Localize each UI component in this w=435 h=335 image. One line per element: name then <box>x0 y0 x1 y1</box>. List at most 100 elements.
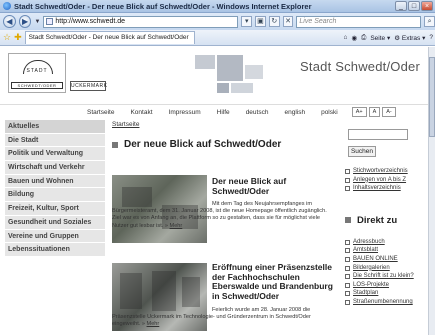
sidebar-item-politik[interactable]: Politik und Verwaltung <box>5 147 105 162</box>
article1-headline[interactable]: Der neue Blick auf Schwedt/Oder <box>212 176 334 196</box>
window-title: Stadt Schwedt/Oder - Der neue Blick auf … <box>14 1 312 11</box>
article2-more-link[interactable]: Mehr <box>147 321 160 327</box>
index-links: Stichwortverzeichnis Anlegen von A bis Z… <box>345 167 425 193</box>
site-title: Stadt Schwedt/Oder <box>300 59 420 74</box>
ie-logo-icon <box>3 2 11 10</box>
refresh-icon[interactable]: ↻ <box>268 16 280 27</box>
lock-icon[interactable]: ▣ <box>255 16 266 27</box>
link-icon <box>345 265 350 271</box>
nav-hilfe[interactable]: Hilfe <box>217 109 230 116</box>
sidebar-item-aktuelles[interactable]: Aktuelles <box>5 120 105 134</box>
search-placeholder: Live Search <box>299 17 337 25</box>
link-schrift-zu-klein[interactable]: Die Schrift ist zu klein? <box>345 272 425 281</box>
stop-icon[interactable]: ✕ <box>282 16 294 27</box>
link-bildergalerien[interactable]: Bildergalerien <box>345 264 425 273</box>
vertical-scrollbar[interactable] <box>428 47 435 335</box>
sidebar-item-freizeit[interactable]: Freizeit, Kultur, Sport <box>5 202 105 216</box>
sidebar-item-bauen[interactable]: Bauen und Wohnen <box>5 174 105 189</box>
link-stadtplan[interactable]: Stadtplan <box>345 289 425 298</box>
top-navigation: Startseite Kontakt Impressum Hilfe deuts… <box>0 105 428 119</box>
right-column: Suchen Stichwortverzeichnis Anlegen von … <box>345 129 425 307</box>
link-icon <box>345 291 350 297</box>
article2-headline[interactable]: Eröffnung einer Präsenzstelle der Fachho… <box>212 262 337 301</box>
nav-impressum[interactable]: Impressum <box>169 109 201 116</box>
help-icon[interactable]: ? <box>429 34 433 41</box>
search-input[interactable]: Live Search <box>296 15 422 28</box>
link-strassenumbenennung[interactable]: Straßenumbenennung <box>345 298 425 307</box>
forward-button[interactable]: ▶ <box>18 15 32 28</box>
link-icon <box>345 282 350 288</box>
add-favorite-icon[interactable]: ✚ <box>14 32 22 43</box>
tab-label: Stadt Schwedt/Oder - Der neue Blick auf … <box>28 34 189 41</box>
minimize-button[interactable]: _ <box>395 1 407 11</box>
breadcrumb[interactable]: Startseite <box>112 121 340 128</box>
nav-startseite[interactable]: Startseite <box>87 109 114 116</box>
address-bar: ◀ ▶ ▼ http://www.schwedt.de ▾ ▣ ↻ ✕ Live… <box>0 13 435 30</box>
logo-text-top: STADT <box>26 68 48 74</box>
tab-bar: ☆ ✚ Stadt Schwedt/Oder - Der neue Blick … <box>0 30 435 46</box>
link-adressbuch[interactable]: Adressbuch <box>345 238 425 247</box>
scrollbar-thumb[interactable] <box>429 57 435 137</box>
sidebar-item-vereine[interactable]: Vereine und Gruppen <box>5 229 105 244</box>
link-stichwortverzeichnis[interactable]: Stichwortverzeichnis <box>345 167 425 176</box>
bullet-square-icon <box>345 217 351 224</box>
back-button[interactable]: ◀ <box>3 15 16 28</box>
nav-deutsch[interactable]: deutsch <box>246 109 269 116</box>
link-icon <box>345 274 350 280</box>
page-title: Der neue Blick auf Schwedt/Oder <box>124 139 282 150</box>
link-amtsblatt[interactable]: Amtsblatt <box>345 246 425 255</box>
url-text: http://www.schwedt.de <box>55 17 126 25</box>
font-normal-button[interactable]: A <box>368 107 381 117</box>
search-button[interactable]: Suchen <box>348 146 376 157</box>
link-icon <box>345 256 350 262</box>
refresh-dropdown-icon[interactable]: ▾ <box>241 16 253 27</box>
link-icon <box>345 177 350 183</box>
sidebar-item-wirtschaft[interactable]: Wirtschaft und Verkehr <box>5 161 105 175</box>
link-icon <box>345 248 350 254</box>
page-icon <box>46 18 54 25</box>
sidebar-menu: Aktuelles Die Stadt Politik und Verwaltu… <box>5 120 105 257</box>
maximize-button[interactable]: □ <box>408 1 420 11</box>
nav-kontakt[interactable]: Kontakt <box>130 109 152 116</box>
link-a-bis-z[interactable]: Anlegen von A bis Z <box>345 176 425 185</box>
web-page: STADT SCHWEDT/ODER UCKERMARK Stadt Schwe… <box>0 47 428 335</box>
feeds-icon[interactable]: ◉ <box>351 34 357 42</box>
sidebar-item-gesundheit[interactable]: Gesundheit und Soziales <box>5 215 105 230</box>
uckermark-logo[interactable]: UCKERMARK <box>70 81 107 91</box>
favorites-star-icon[interactable]: ☆ <box>3 32 11 43</box>
nav-polski[interactable]: polski <box>321 109 338 116</box>
link-inhaltsverzeichnis[interactable]: Inhaltsverzeichnis <box>345 184 425 193</box>
link-bauen-online[interactable]: BAUEN ONLINE <box>345 255 425 264</box>
site-logo[interactable]: STADT SCHWEDT/ODER <box>8 53 66 93</box>
browser-tab[interactable]: Stadt Schwedt/Oder - Der neue Blick auf … <box>24 31 195 44</box>
font-larger-button[interactable]: A+ <box>351 107 367 117</box>
close-button[interactable]: × <box>421 1 433 11</box>
sidebar-item-bildung[interactable]: Bildung <box>5 188 105 203</box>
link-los-projekte[interactable]: LOS-Projekte <box>345 281 425 290</box>
sidebar-item-die-stadt[interactable]: Die Stadt <box>5 133 105 148</box>
home-icon[interactable]: ⌂ <box>344 34 348 41</box>
window-titlebar: Stadt Schwedt/Oder - Der neue Blick auf … <box>0 0 435 13</box>
search-icon[interactable]: ⌕ <box>424 16 435 27</box>
direkt-zu-heading: Direkt zu <box>345 215 425 226</box>
article1-more-link[interactable]: Mehr <box>170 223 183 229</box>
link-icon <box>345 169 350 174</box>
logo-text-bottom: SCHWEDT/ODER <box>11 82 63 89</box>
history-dropdown-icon[interactable]: ▼ <box>34 19 40 25</box>
sidebar-item-lebenssituationen[interactable]: Lebenssituationen <box>5 243 105 257</box>
site-header: STADT SCHWEDT/ODER UCKERMARK Stadt Schwe… <box>0 47 428 105</box>
article1-body: Mit dem Tag des Neujahrsempfanges im Bür… <box>112 201 327 229</box>
bullet-square-icon <box>112 141 118 148</box>
article2-body: Feierlich wurde am 28. Januar 2008 die P… <box>112 307 311 328</box>
page-menu[interactable]: Seite ▾ <box>370 34 390 42</box>
url-field[interactable]: http://www.schwedt.de <box>43 15 239 28</box>
direct-links: Adressbuch Amtsblatt BAUEN ONLINE Bilder… <box>345 238 425 307</box>
header-decoration <box>195 55 275 95</box>
site-search-input[interactable] <box>348 129 408 140</box>
print-icon[interactable]: ⎙ <box>361 34 366 42</box>
main-content: Startseite Der neue Blick auf Schwedt/Od… <box>112 121 340 331</box>
font-smaller-button[interactable]: A- <box>382 107 396 117</box>
link-icon <box>345 186 350 192</box>
nav-english[interactable]: english <box>284 109 305 116</box>
tools-menu[interactable]: ⚙ Extras ▾ <box>394 34 425 42</box>
